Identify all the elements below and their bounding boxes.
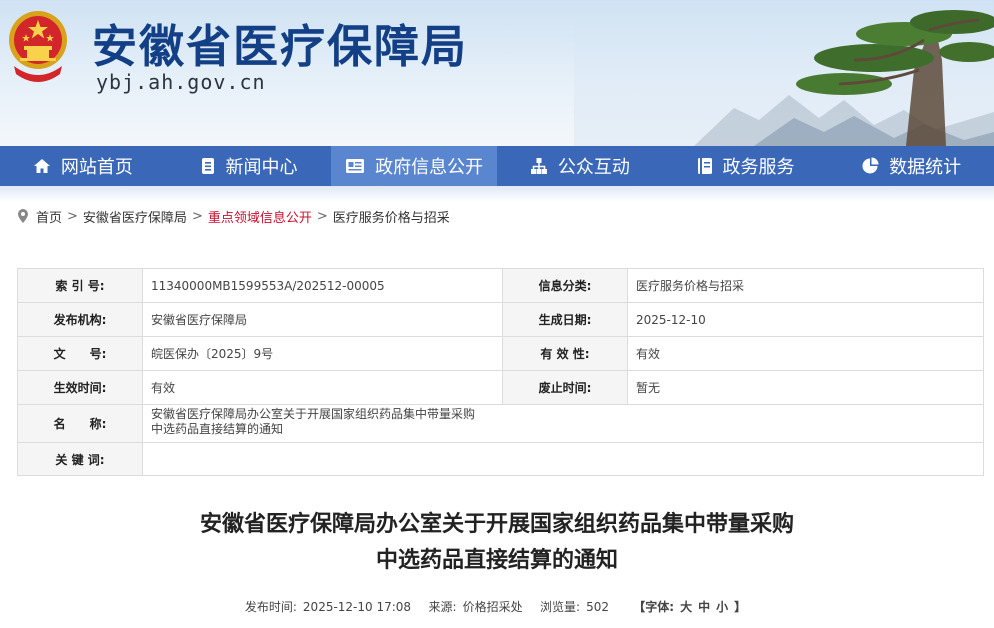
service-book-icon [697, 158, 712, 174]
nav-item-news[interactable]: 新闻中心 [166, 146, 332, 186]
meta-row: 生效时间: 有效 废止时间: 暂无 [17, 370, 984, 405]
doc-number-value: 皖医保办〔2025〕9号 [142, 336, 503, 371]
national-emblem-icon [9, 11, 67, 82]
document-title-line: 中选药品直接结算的通知 [375, 548, 618, 573]
nav-item-gov-info[interactable]: 政府信息公开 [331, 146, 498, 186]
meta-row: 名 称: 安徽省医疗保障局办公室关于开展国家组织药品集中带量采购 中选药品直接结… [17, 404, 984, 443]
created-date-value: 2025-12-10 [627, 302, 984, 337]
index-label: 索 引 号: [17, 268, 143, 303]
repeal-time-label: 废止时间: [502, 370, 628, 405]
font-size-large-button[interactable]: 大 [680, 600, 692, 614]
views-value: 502 [586, 600, 609, 614]
document-icon [201, 158, 214, 174]
doc-number-label: 文 号: [17, 336, 143, 371]
publisher-label: 发布机构: [17, 302, 143, 337]
home-icon [33, 159, 50, 173]
site-title: 安徽省医疗保障局 [92, 20, 469, 73]
meta-row: 索 引 号: 11340000MB1599553A/202512-00005 信… [17, 268, 984, 303]
breadcrumb-separator: > [191, 208, 203, 224]
breadcrumb: 首页 > 安徽省医疗保障局 > 重点领域信息公开 > 医疗服务价格与招采 [16, 204, 994, 228]
font-size-close: 】 [734, 600, 747, 614]
index-value: 11340000MB1599553A/202512-00005 [142, 268, 503, 303]
meta-row: 发布机构: 安徽省医疗保障局 生成日期: 2025-12-10 [17, 302, 984, 337]
nav-label: 政府信息公开 [375, 157, 484, 178]
site-header: 安徽省医疗保障局 ybj.ah.gov.cn [0, 0, 994, 146]
font-size-small-button[interactable]: 小 [716, 600, 728, 614]
meta-row: 关 键 词: [17, 442, 984, 476]
nav-label: 数据统计 [889, 157, 962, 178]
breadcrumb-separator: > [67, 208, 78, 224]
doc-name-line: 安徽省医疗保障局办公室关于开展国家组织药品集中带量采购 [151, 407, 476, 421]
source-value: 价格招采处 [462, 600, 523, 614]
publish-time-value: 2025-12-10 17:08 [302, 600, 412, 614]
category-label: 信息分类: [502, 268, 628, 303]
breadcrumb-section[interactable]: 重点领域信息公开 [208, 207, 312, 226]
meta-row: 文 号: 皖医保办〔2025〕9号 有 效 性: 有效 [17, 336, 984, 371]
source-label: 来源: [428, 600, 457, 614]
doc-name-line: 中选药品直接结算的通知 [151, 422, 284, 436]
info-card-icon [346, 159, 365, 173]
nav-label: 新闻中心 [225, 157, 298, 178]
publisher-value: 安徽省医疗保障局 [142, 302, 503, 337]
doc-name-value: 安徽省医疗保障局办公室关于开展国家组织药品集中带量采购 中选药品直接结算的通知 [142, 404, 984, 443]
nav-label: 网站首页 [60, 157, 133, 178]
nav-item-home[interactable]: 网站首页 [0, 146, 166, 186]
font-size-medium-button[interactable]: 中 [698, 600, 710, 614]
breadcrumb-home[interactable]: 首页 [36, 207, 62, 226]
doc-name-label: 名 称: [17, 404, 143, 443]
validity-value: 有效 [627, 336, 984, 371]
pie-chart-icon [862, 157, 879, 174]
nav-label: 政务服务 [722, 157, 795, 178]
breadcrumb-current[interactable]: 医疗服务价格与招采 [333, 207, 450, 226]
repeal-time-value: 暂无 [627, 370, 984, 405]
nav-shadow [0, 186, 994, 202]
category-value: 医疗服务价格与招采 [627, 268, 984, 303]
views-label: 浏览量: [540, 600, 581, 614]
nav-item-statistics[interactable]: 数据统计 [828, 146, 994, 186]
breadcrumb-org[interactable]: 安徽省医疗保障局 [83, 207, 187, 226]
site-domain: ybj.ah.gov.cn [96, 70, 266, 94]
validity-label: 有 效 性: [502, 336, 628, 371]
main-nav: 网站首页 新闻中心 政府信息公开 公众互动 政务服务 数据统计 [0, 146, 994, 186]
effective-time-value: 有效 [142, 370, 503, 405]
effective-time-label: 生效时间: [17, 370, 143, 405]
location-pin-icon [18, 209, 28, 223]
nav-item-interaction[interactable]: 公众互动 [497, 146, 663, 186]
document-info-bar: 发布时间: 2025-12-10 17:08 来源: 价格招采处 浏览量: 502 【… [0, 598, 994, 615]
publish-time-label: 发布时间: [244, 600, 297, 614]
document-title: 安徽省医疗保障局办公室关于开展国家组织药品集中带量采购 中选药品直接结算的通知 [0, 507, 994, 579]
keywords-value [142, 442, 984, 476]
font-size-open: 【字体: [633, 600, 675, 614]
breadcrumb-separator: > [316, 208, 328, 224]
created-date-label: 生成日期: [502, 302, 628, 337]
document-metadata-table: 索 引 号: 11340000MB1599553A/202512-00005 信… [17, 268, 984, 476]
nav-item-services[interactable]: 政务服务 [663, 146, 829, 186]
network-icon [530, 158, 547, 174]
keywords-label: 关 键 词: [17, 442, 143, 476]
document-title-line: 安徽省医疗保障局办公室关于开展国家组织药品集中带量采购 [199, 512, 794, 537]
font-size-control: 【字体: 大中小】 [630, 600, 749, 614]
nav-label: 公众互动 [557, 157, 630, 178]
mountain-pine-scenery [574, 0, 994, 146]
